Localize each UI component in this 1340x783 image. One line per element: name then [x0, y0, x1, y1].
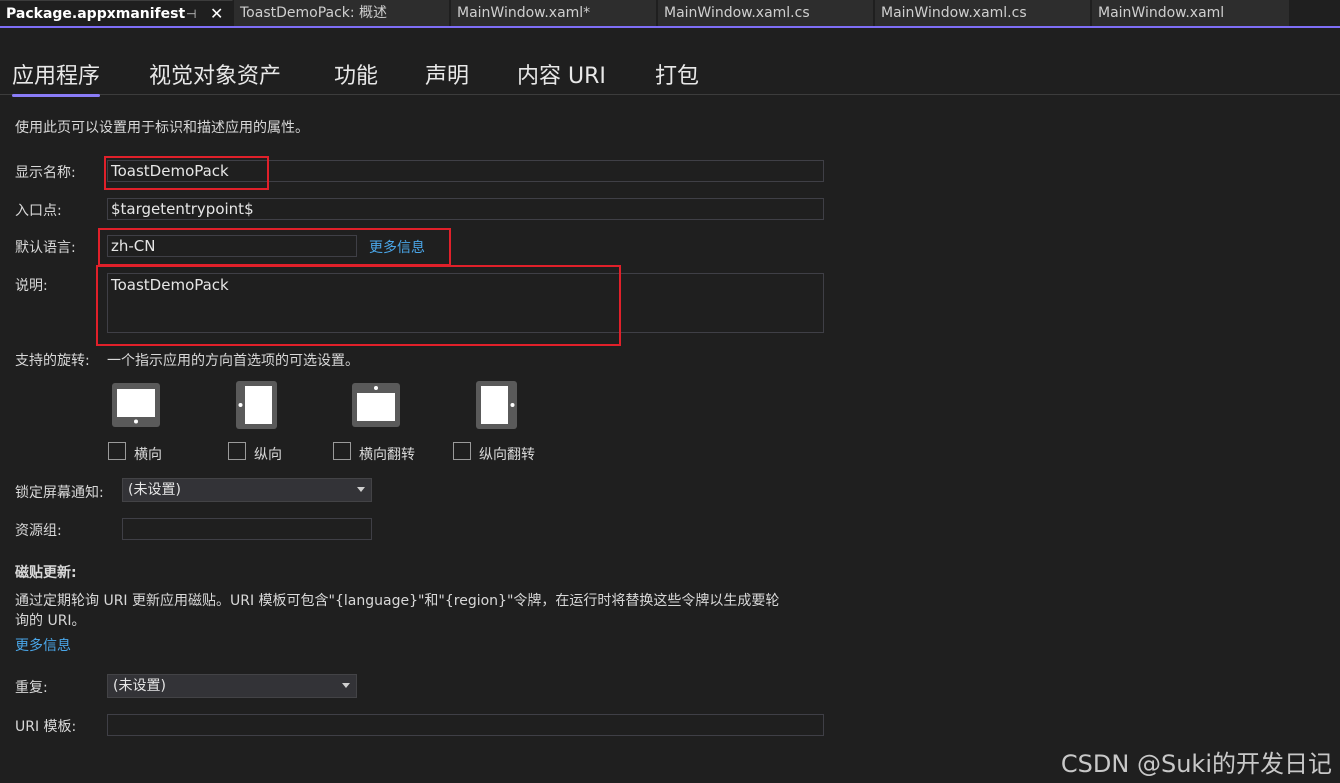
description-label: 说明:	[15, 278, 48, 294]
rotation-landscape-flipped-checkbox[interactable]	[333, 442, 351, 460]
rotation-portrait-flipped-checkbox[interactable]	[453, 442, 471, 460]
lock-screen-select[interactable]: (未设置)	[122, 478, 372, 502]
display-name-label: 显示名称:	[15, 165, 76, 181]
uri-template-label: URI 模板:	[15, 719, 77, 735]
tab-content-uris[interactable]: 内容 URI	[517, 58, 606, 90]
pin-icon[interactable]: ⊣	[186, 1, 196, 26]
doc-tab-package-appxmanifest[interactable]: Package.appxmanifest ⊣ ✕	[0, 0, 233, 26]
highlight-box-display-name	[104, 156, 269, 190]
highlight-box-description	[96, 265, 621, 346]
doc-tab-mainwindow-xaml-modified[interactable]: MainWindow.xaml*	[451, 0, 657, 26]
tab-packaging[interactable]: 打包	[655, 58, 699, 90]
tab-capabilities[interactable]: 功能	[334, 58, 378, 90]
resource-group-input[interactable]	[122, 518, 372, 540]
portrait-flipped-device-icon	[476, 381, 517, 429]
tile-update-heading: 磁贴更新:	[15, 565, 77, 581]
page-intro: 使用此页可以设置用于标识和描述应用的属性。	[15, 120, 309, 136]
rotation-portrait-flipped-label: 纵向翻转	[479, 447, 535, 463]
tile-update-description-line2: 询的 URI。	[15, 613, 86, 629]
doc-tab-label: MainWindow.xaml*	[457, 5, 591, 21]
watermark: CSDN @Suki的开发日记	[1060, 750, 1332, 778]
doc-tab-label: MainWindow.xaml	[1098, 5, 1225, 21]
rotation-portrait-checkbox[interactable]	[228, 442, 246, 460]
entry-point-label: 入口点:	[15, 203, 62, 219]
rotation-landscape-checkbox[interactable]	[108, 442, 126, 460]
document-tab-strip: Package.appxmanifest ⊣ ✕ ToastDemoPack: …	[0, 0, 1340, 28]
doc-tab-mainwindow-xaml-cs-2[interactable]: MainWindow.xaml.cs	[875, 0, 1091, 26]
close-icon[interactable]: ✕	[210, 1, 223, 26]
lock-screen-label: 锁定屏幕通知:	[15, 485, 104, 501]
resource-group-label: 资源组:	[15, 523, 62, 539]
highlight-box-default-language	[98, 228, 451, 266]
doc-tab-toastdemopack-overview[interactable]: ToastDemoPack: 概述	[234, 0, 450, 26]
default-language-label: 默认语言:	[15, 240, 76, 256]
recurrence-label: 重复:	[15, 680, 48, 696]
rotation-landscape-flipped-label: 横向翻转	[359, 447, 415, 463]
rotation-landscape-label: 横向	[134, 447, 162, 463]
tile-update-description-line1: 通过定期轮询 URI 更新应用磁贴。URI 模板可包含"{language}"和…	[15, 593, 780, 609]
landscape-flipped-device-icon	[352, 383, 400, 427]
tab-declarations[interactable]: 声明	[425, 58, 469, 90]
entry-point-input[interactable]: $targetentrypoint$	[107, 198, 824, 220]
rotation-label: 支持的旋转:	[15, 353, 90, 369]
manifest-section-tabs: 应用程序 视觉对象资产 功能 声明 内容 URI 打包	[0, 28, 1340, 97]
tile-update-more-info-link[interactable]: 更多信息	[15, 635, 71, 655]
portrait-device-icon	[236, 381, 277, 429]
tab-visual-assets[interactable]: 视觉对象资产	[149, 58, 281, 90]
chevron-down-icon	[357, 487, 365, 492]
landscape-device-icon	[112, 383, 160, 427]
chevron-down-icon	[342, 683, 350, 688]
doc-tab-mainwindow-xaml-cs-1[interactable]: MainWindow.xaml.cs	[658, 0, 874, 26]
doc-tab-label: MainWindow.xaml.cs	[881, 5, 1027, 21]
tab-application[interactable]: 应用程序	[12, 58, 101, 97]
doc-tab-label: Package.appxmanifest	[6, 6, 186, 22]
recurrence-select-value: (未设置)	[113, 678, 166, 694]
lock-screen-select-value: (未设置)	[128, 482, 181, 498]
recurrence-select[interactable]: (未设置)	[107, 674, 357, 698]
doc-tab-mainwindow-xaml[interactable]: MainWindow.xaml	[1092, 0, 1290, 26]
rotation-portrait-label: 纵向	[254, 447, 282, 463]
rotation-hint: 一个指示应用的方向首选项的可选设置。	[107, 353, 359, 369]
doc-tab-label: MainWindow.xaml.cs	[664, 5, 810, 21]
doc-tab-label: ToastDemoPack: 概述	[240, 5, 388, 21]
uri-template-input[interactable]	[107, 714, 824, 736]
